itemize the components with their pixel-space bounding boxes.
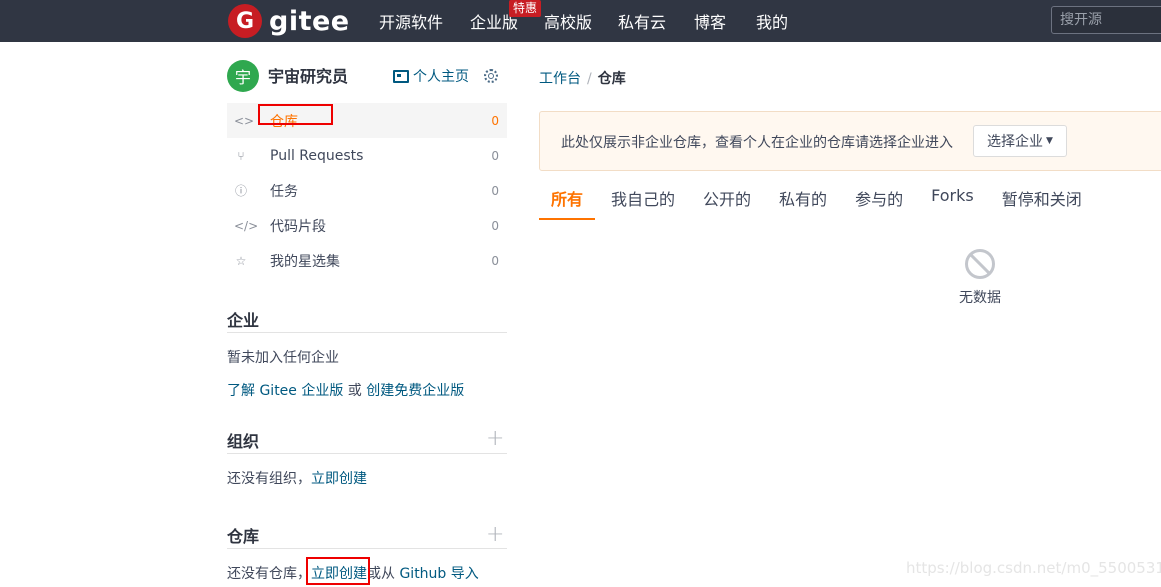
- create-enterprise-link[interactable]: 创建免费企业版: [366, 383, 464, 399]
- create-organization-link[interactable]: 立即创建: [311, 471, 367, 487]
- breadcrumb: 工作台 / 仓库: [539, 68, 626, 88]
- gitee-logo[interactable]: G gitee: [228, 4, 350, 38]
- discount-badge: 特惠: [509, 0, 542, 17]
- sidebar-item-count: 0: [491, 113, 499, 128]
- personal-homepage-label: 个人主页: [413, 69, 469, 85]
- tab-participated[interactable]: 参与的: [843, 180, 915, 220]
- search-box[interactable]: [1051, 6, 1161, 34]
- top-navbar: G gitee 开源软件 企业版 特惠 高校版 私有云 博客 我的: [0, 0, 1161, 42]
- breadcrumb-current: 仓库: [597, 71, 626, 87]
- learn-enterprise-link[interactable]: 了解 Gitee 企业版: [227, 383, 343, 399]
- sidebar-item-label: 我的星选集: [270, 253, 340, 270]
- highlight-box: [258, 104, 333, 125]
- sidebar-item-count: 0: [491, 148, 499, 163]
- tab-forks[interactable]: Forks: [919, 180, 986, 220]
- profile-card-icon: [393, 69, 409, 83]
- sidebar-item-star-collections[interactable]: ☆ 我的星选集 0: [227, 243, 507, 278]
- tab-paused-closed[interactable]: 暂停和关闭: [990, 180, 1094, 220]
- divider: [227, 548, 507, 549]
- organization-empty-text: 还没有组织，立即创建: [227, 468, 367, 488]
- watermark: https://blog.csdn.net/m0_55005311: [906, 559, 1161, 577]
- pull-request-icon: ⑂: [237, 148, 245, 163]
- enterprise-links: 了解 Gitee 企业版 或 创建免费企业版: [227, 380, 464, 400]
- repository-section-title: 仓库: [227, 527, 260, 546]
- repo-icon: <>: [234, 113, 255, 128]
- username[interactable]: 宇宙研究员: [268, 63, 348, 87]
- personal-homepage-link[interactable]: 个人主页: [393, 66, 469, 86]
- repo-empty-label: 还没有仓库，: [227, 566, 311, 582]
- add-organization-icon[interactable]: +: [486, 428, 504, 450]
- repo-filter-tabs: 所有 我自己的 公开的 私有的 参与的 Forks 暂停和关闭: [539, 180, 1098, 220]
- sidebar-item-label: Pull Requests: [270, 147, 364, 164]
- enterprise-section-title: 企业: [227, 311, 260, 330]
- nav-blog[interactable]: 博客: [694, 9, 726, 33]
- notice-text: 此处仅展示非企业仓库，查看个人在企业的仓库请选择企业进入: [561, 135, 953, 151]
- sidebar-item-issues[interactable]: ⓘ 任务 0: [227, 173, 507, 208]
- sidebar-menu: <> 仓库 0 ⑂ Pull Requests 0 ⓘ 任务 0 </> 代码片…: [227, 103, 507, 278]
- nav-open-source[interactable]: 开源软件: [379, 9, 443, 33]
- no-data-icon: [965, 249, 995, 279]
- search-input[interactable]: [1052, 7, 1161, 33]
- avatar[interactable]: 宇: [227, 60, 259, 92]
- divider: [227, 453, 507, 454]
- divider: [227, 332, 507, 333]
- tab-public[interactable]: 公开的: [691, 180, 763, 220]
- tab-mine[interactable]: 我自己的: [599, 180, 687, 220]
- nav-mine[interactable]: 我的: [756, 9, 788, 33]
- highlight-box: [306, 557, 370, 585]
- code-snippet-icon: </>: [234, 218, 259, 233]
- nav-private-cloud[interactable]: 私有云: [618, 9, 666, 33]
- add-repository-icon[interactable]: +: [486, 524, 504, 546]
- breadcrumb-workbench[interactable]: 工作台: [539, 71, 581, 87]
- sidebar-item-pull-requests[interactable]: ⑂ Pull Requests 0: [227, 138, 507, 173]
- sidebar-item-count: 0: [491, 183, 499, 198]
- tab-private[interactable]: 私有的: [767, 180, 839, 220]
- notice-banner: 此处仅展示非企业仓库，查看个人在企业的仓库请选择企业进入 选择企业 ▼: [539, 111, 1161, 171]
- nav-education[interactable]: 高校版: [544, 9, 592, 33]
- organization-section-title: 组织: [227, 432, 260, 451]
- or-text: 或: [343, 383, 367, 399]
- gear-icon[interactable]: [484, 69, 498, 83]
- gitee-logo-text: gitee: [269, 5, 350, 37]
- breadcrumb-separator: /: [587, 71, 592, 87]
- gitee-logo-icon: G: [228, 4, 262, 38]
- sidebar-item-count: 0: [491, 218, 499, 233]
- star-icon: ☆: [235, 253, 247, 268]
- issue-icon: ⓘ: [234, 184, 247, 198]
- org-empty-label: 还没有组织，: [227, 471, 311, 487]
- empty-state-text: 无数据: [959, 290, 1001, 306]
- or-from-text: 或从: [367, 566, 400, 582]
- select-enterprise-dropdown[interactable]: 选择企业 ▼: [973, 125, 1067, 157]
- select-enterprise-label: 选择企业: [987, 134, 1044, 150]
- enterprise-empty-text: 暂未加入任何企业: [227, 350, 339, 366]
- sidebar-item-count: 0: [491, 253, 499, 268]
- sidebar-item-label: 任务: [270, 183, 298, 200]
- github-import-link[interactable]: Github 导入: [399, 566, 478, 582]
- caret-down-icon: ▼: [1046, 136, 1053, 146]
- sidebar-item-label: 代码片段: [270, 218, 326, 235]
- tab-all[interactable]: 所有: [539, 180, 596, 220]
- sidebar-item-code-snippets[interactable]: </> 代码片段 0: [227, 208, 507, 243]
